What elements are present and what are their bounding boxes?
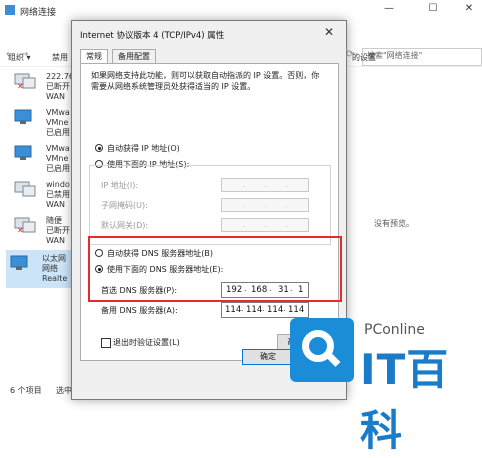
alternate-dns-octet: 114 xyxy=(225,305,242,315)
tab-strip: 常规 备用配置 xyxy=(80,49,336,65)
status-count: 6 个项目 xyxy=(10,386,42,395)
list-item-name: 222.76 xyxy=(46,72,74,81)
gateway-field[interactable]: ... xyxy=(221,218,309,232)
network-folder-icon xyxy=(5,5,15,15)
svg-text:✕: ✕ xyxy=(17,226,24,234)
network-adapter-icon: ✕ xyxy=(14,72,36,91)
minimize-button[interactable]: — xyxy=(378,3,400,19)
network-adapter-icon: ✕ xyxy=(14,216,36,235)
list-item-status: VMne xyxy=(46,154,69,163)
svg-text:✕: ✕ xyxy=(17,82,24,90)
change-settings-button[interactable]: 的设置 xyxy=(352,52,376,63)
dns-highlight-box xyxy=(88,236,342,302)
explorer-title: 网络连接 xyxy=(20,8,57,18)
maximize-button[interactable]: ☐ xyxy=(422,3,444,19)
alternate-dns-octet: 114 xyxy=(267,305,284,315)
description-text: 如果网络支持此功能，则可以获取自动指派的 IP 设置。否则，你需要从网络系统管理… xyxy=(91,71,320,91)
tab-alternate-config[interactable]: 备用配置 xyxy=(112,49,156,64)
preview-pane-text: 没有预览。 xyxy=(374,219,414,228)
list-item-selected[interactable]: 以太网 网络 Realte xyxy=(6,250,72,288)
list-item-name: windo xyxy=(46,180,70,189)
list-item-device: WAN xyxy=(46,236,65,245)
list-item-name: VMwa xyxy=(46,144,70,153)
validate-label: 退出时验证设置(L) xyxy=(113,338,180,347)
alternate-dns-label: 备用 DNS 服务器(A): xyxy=(101,306,178,315)
validate-checkbox[interactable] xyxy=(101,338,111,348)
pconline-logo xyxy=(290,318,354,382)
list-item[interactable]: VMwa VMne 已启用 xyxy=(10,104,70,142)
subnet-mask-field[interactable]: ... xyxy=(221,198,309,212)
ok-button[interactable]: 确定 xyxy=(242,349,294,365)
dialog-title: Internet 协议版本 4 (TCP/IPv4) 属性 xyxy=(80,31,225,41)
list-item-name: VMwa xyxy=(46,108,70,117)
ip-address-label: IP 地址(I): xyxy=(101,181,139,190)
list-item-device: WAN xyxy=(46,200,65,209)
list-item-device: 已启用 xyxy=(46,128,70,137)
list-item[interactable]: ✕ 随便 已断开 WAN xyxy=(10,212,70,250)
auto-ip-label: 自动获得 IP 地址(O) xyxy=(107,144,180,153)
list-item-device: Realte xyxy=(42,274,68,283)
network-adapter-icon xyxy=(14,180,36,198)
list-item-device: 已启用 xyxy=(46,164,70,173)
dialog-close-button[interactable]: ✕ xyxy=(324,25,334,39)
list-item-status: 网络 xyxy=(42,264,58,273)
list-item-name: 以太网 xyxy=(42,254,66,263)
list-item-status: 已断开 xyxy=(46,82,70,91)
list-item[interactable]: VMwa VMne 已启用 xyxy=(10,140,70,178)
gateway-label: 默认网关(D): xyxy=(101,221,149,230)
list-item[interactable]: windo 已禁用 WAN xyxy=(10,176,70,214)
alternate-dns-field[interactable]: 114 . 114 . 114 . 114 xyxy=(221,302,309,318)
ip-address-field[interactable]: ... xyxy=(221,178,309,192)
alternate-dns-octet: 114 xyxy=(246,305,263,315)
list-item-name: 随便 xyxy=(46,216,62,225)
watermark-it-baike: IT百科 xyxy=(360,345,450,455)
alternate-dns-octet: 114 xyxy=(288,305,305,315)
list-item-status: 已断开 xyxy=(46,226,70,235)
organize-menu[interactable]: 组织 ▾ xyxy=(8,52,31,63)
network-adapter-icon xyxy=(14,108,36,126)
network-adapter-icon xyxy=(10,254,32,272)
close-button[interactable]: ✕ xyxy=(458,3,480,19)
general-panel: 如果网络支持此功能，则可以获取自动指派的 IP 设置。否则，你需要从网络系统管理… xyxy=(80,63,339,361)
auto-ip-radio[interactable] xyxy=(95,144,103,152)
disable-button[interactable]: 禁用 xyxy=(52,52,68,63)
network-adapter-icon xyxy=(14,144,36,162)
list-item[interactable]: ✕ 222.76 已断开 WAN xyxy=(10,68,74,106)
list-item-status: VMne xyxy=(46,118,69,127)
explorer-titlebar: 网络连接 — ☐ ✕ xyxy=(0,0,482,22)
list-item-status: 已禁用 xyxy=(46,190,70,199)
list-item-device: WAN xyxy=(46,92,65,101)
subnet-mask-label: 子网掩码(U): xyxy=(101,201,148,210)
